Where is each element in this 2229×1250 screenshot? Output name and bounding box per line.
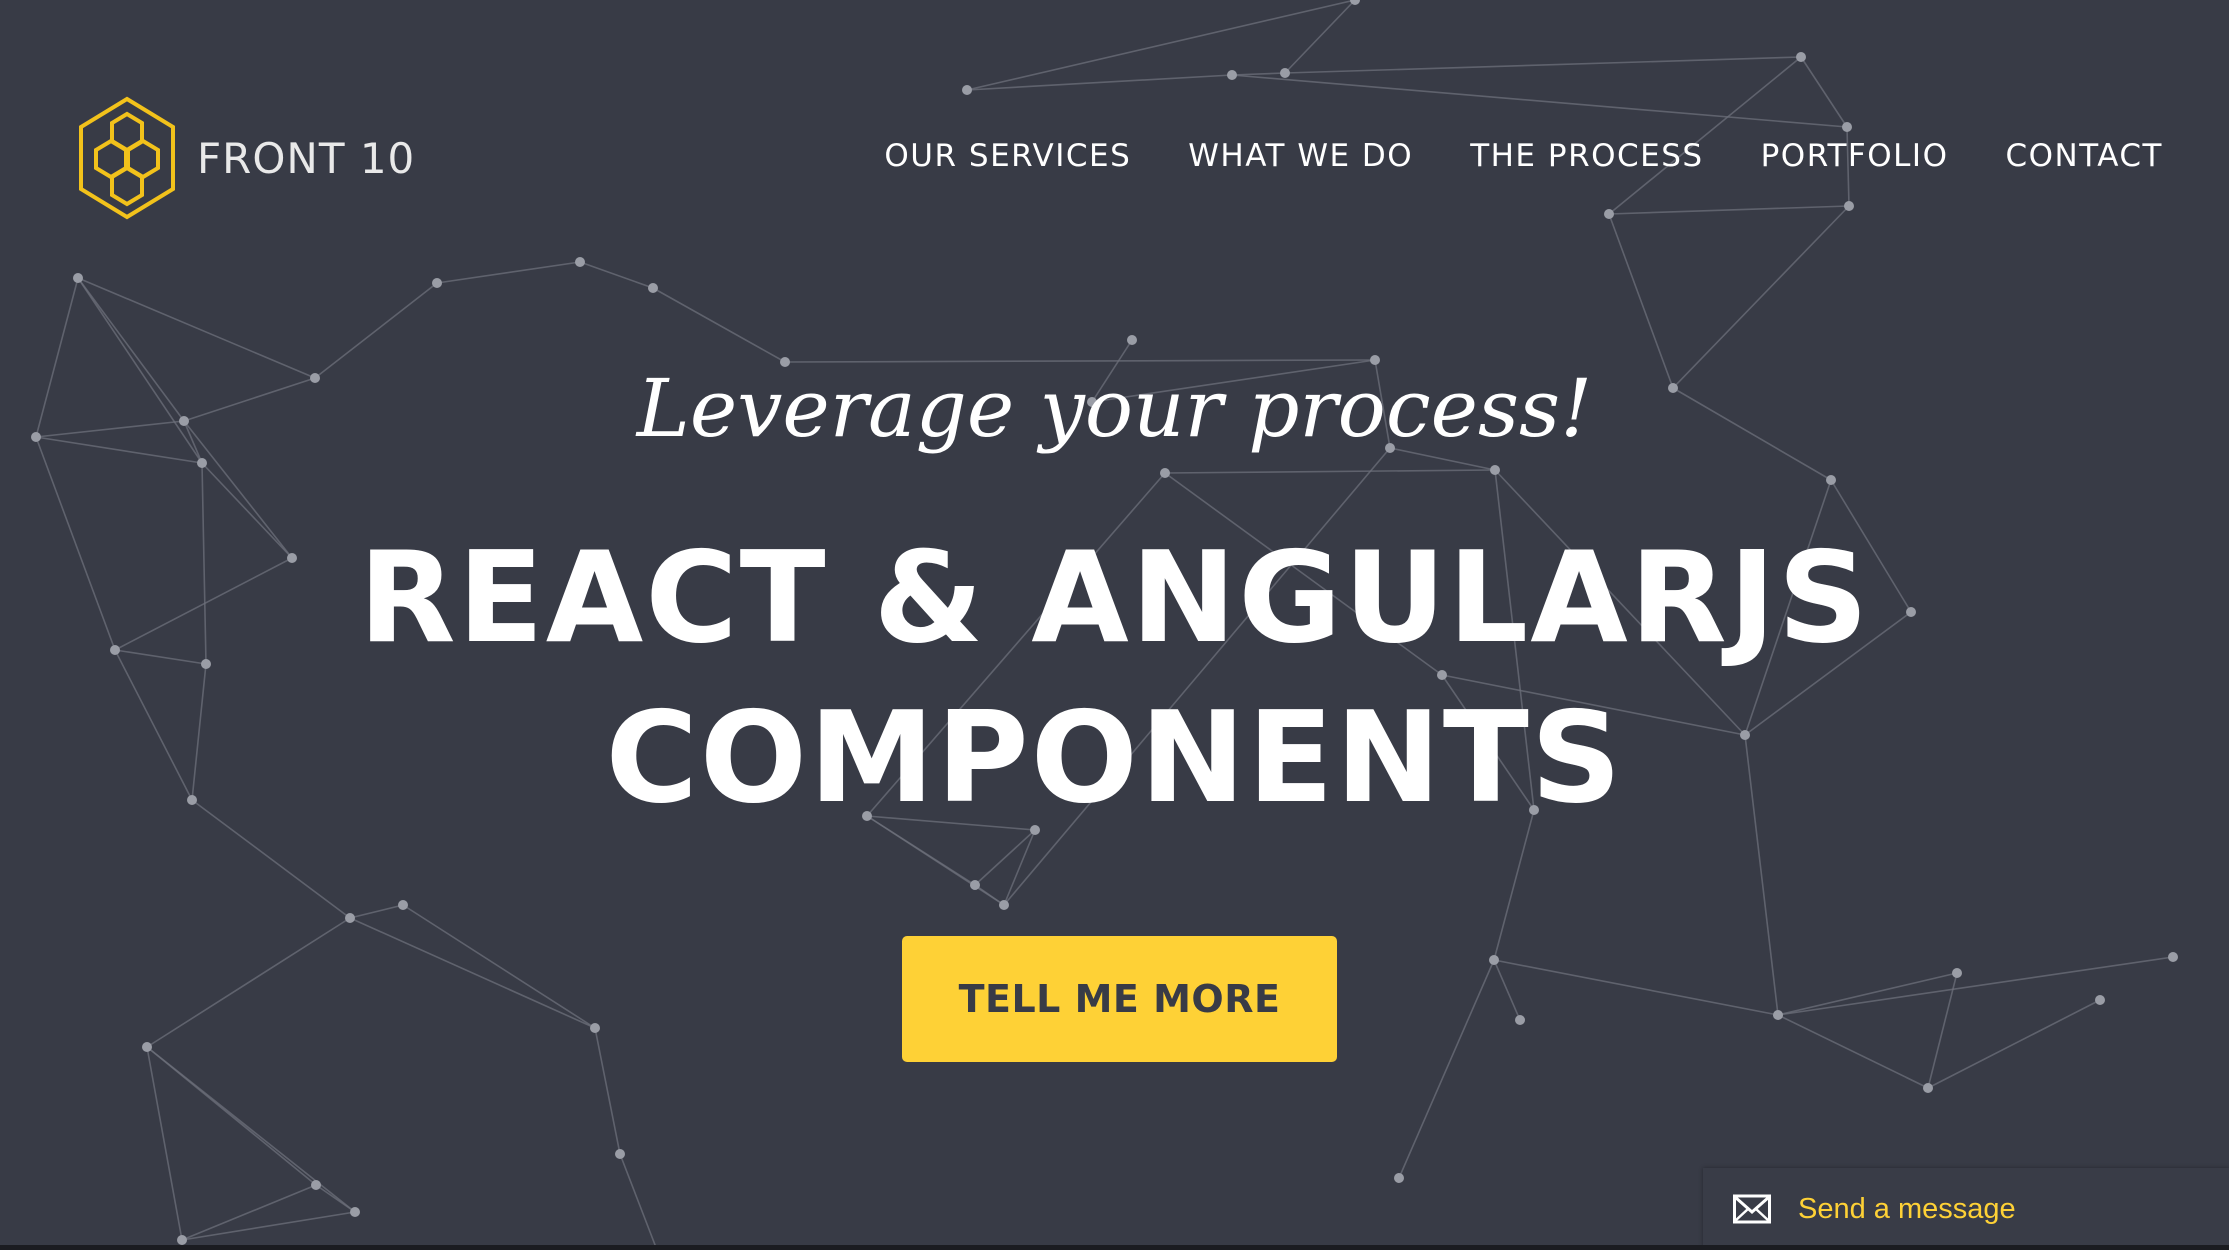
network-node: [1490, 465, 1500, 475]
tell-me-more-button[interactable]: TELL ME MORE: [902, 936, 1337, 1062]
network-line: [146, 1046, 183, 1241]
network-line: [579, 261, 654, 289]
nav-the-process[interactable]: THE PROCESS: [1470, 138, 1703, 174]
network-node: [999, 900, 1009, 910]
network-line: [1608, 205, 1850, 215]
network-node: [177, 1235, 187, 1245]
network-line: [402, 904, 596, 1029]
network-line: [1777, 956, 2174, 1016]
network-line: [1672, 205, 1850, 389]
network-line: [619, 1153, 658, 1250]
network-node: [1844, 201, 1854, 211]
network-node: [575, 257, 585, 267]
network-line: [1284, 0, 1356, 74]
network-line: [1003, 829, 1036, 906]
network-line: [436, 261, 581, 284]
network-node: [1515, 1015, 1525, 1025]
network-line: [1164, 469, 1496, 474]
network-node: [2095, 995, 2105, 1005]
network-node: [1923, 1083, 1933, 1093]
envelope-icon: [1733, 1194, 1771, 1224]
network-node: [73, 273, 83, 283]
network-node: [311, 1180, 321, 1190]
network-line: [652, 287, 786, 363]
network-node: [142, 1042, 152, 1052]
send-message-label: Send a message: [1798, 1192, 2016, 1225]
network-node: [590, 1023, 600, 1033]
hero-headline: REACT & ANGULARJS COMPONENTS: [0, 518, 2229, 838]
nav-our-services[interactable]: OUR SERVICES: [884, 138, 1131, 174]
brand-logo[interactable]: FRONT 10: [78, 96, 415, 220]
hero-headline-line2: COMPONENTS: [605, 684, 1624, 831]
network-line: [1493, 959, 1521, 1021]
network-line: [1800, 56, 1848, 128]
network-node: [1796, 52, 1806, 62]
network-node: [1489, 955, 1499, 965]
hexagon-honeycomb-icon: [79, 96, 175, 220]
network-line: [1493, 959, 1779, 1016]
network-node: [1842, 122, 1852, 132]
network-line: [1231, 72, 1286, 76]
network-node: [648, 283, 658, 293]
network-line: [974, 829, 1036, 886]
network-node: [1160, 468, 1170, 478]
network-line: [594, 1027, 621, 1155]
network-line: [966, 74, 1233, 91]
network-node: [615, 1149, 625, 1159]
network-line: [1608, 56, 1802, 215]
network-node: [1826, 475, 1836, 485]
network-node: [970, 880, 980, 890]
network-line: [1231, 74, 1848, 128]
nav-contact[interactable]: CONTACT: [2005, 138, 2163, 174]
network-line: [1398, 959, 1495, 1179]
nav-portfolio[interactable]: PORTFOLIO: [1761, 138, 1949, 174]
network-node: [197, 458, 207, 468]
network-node: [345, 913, 355, 923]
hero-headline-line1: REACT & ANGULARJS: [358, 524, 1871, 671]
network-node: [962, 85, 972, 95]
main-nav: OUR SERVICES WHAT WE DO THE PROCESS PORT…: [884, 138, 2163, 174]
network-line: [349, 917, 596, 1029]
network-node: [1773, 1010, 1783, 1020]
network-node: [2168, 952, 2178, 962]
bottom-bar: [0, 1245, 2229, 1250]
network-node: [1280, 68, 1290, 78]
network-node: [350, 1207, 360, 1217]
network-line: [966, 0, 1356, 91]
network-node: [1604, 209, 1614, 219]
network-node: [398, 900, 408, 910]
network-line: [181, 1184, 317, 1241]
network-node: [1952, 968, 1962, 978]
network-line: [1927, 999, 2101, 1089]
network-line: [1777, 1014, 1929, 1089]
network-line: [146, 1046, 356, 1213]
send-message-widget[interactable]: Send a message: [1703, 1168, 2229, 1250]
network-line: [1777, 972, 1958, 1016]
network-node: [1227, 70, 1237, 80]
network-line: [1284, 56, 1802, 74]
network-node: [432, 278, 442, 288]
nav-what-we-do[interactable]: WHAT WE DO: [1188, 138, 1413, 174]
network-line: [146, 917, 351, 1048]
brand-name: FRONT 10: [197, 133, 416, 183]
network-line: [181, 1211, 356, 1241]
network-node: [1127, 335, 1137, 345]
hero-tagline: Leverage your process!: [636, 362, 1593, 455]
network-line: [349, 904, 404, 919]
network-node: [1394, 1173, 1404, 1183]
